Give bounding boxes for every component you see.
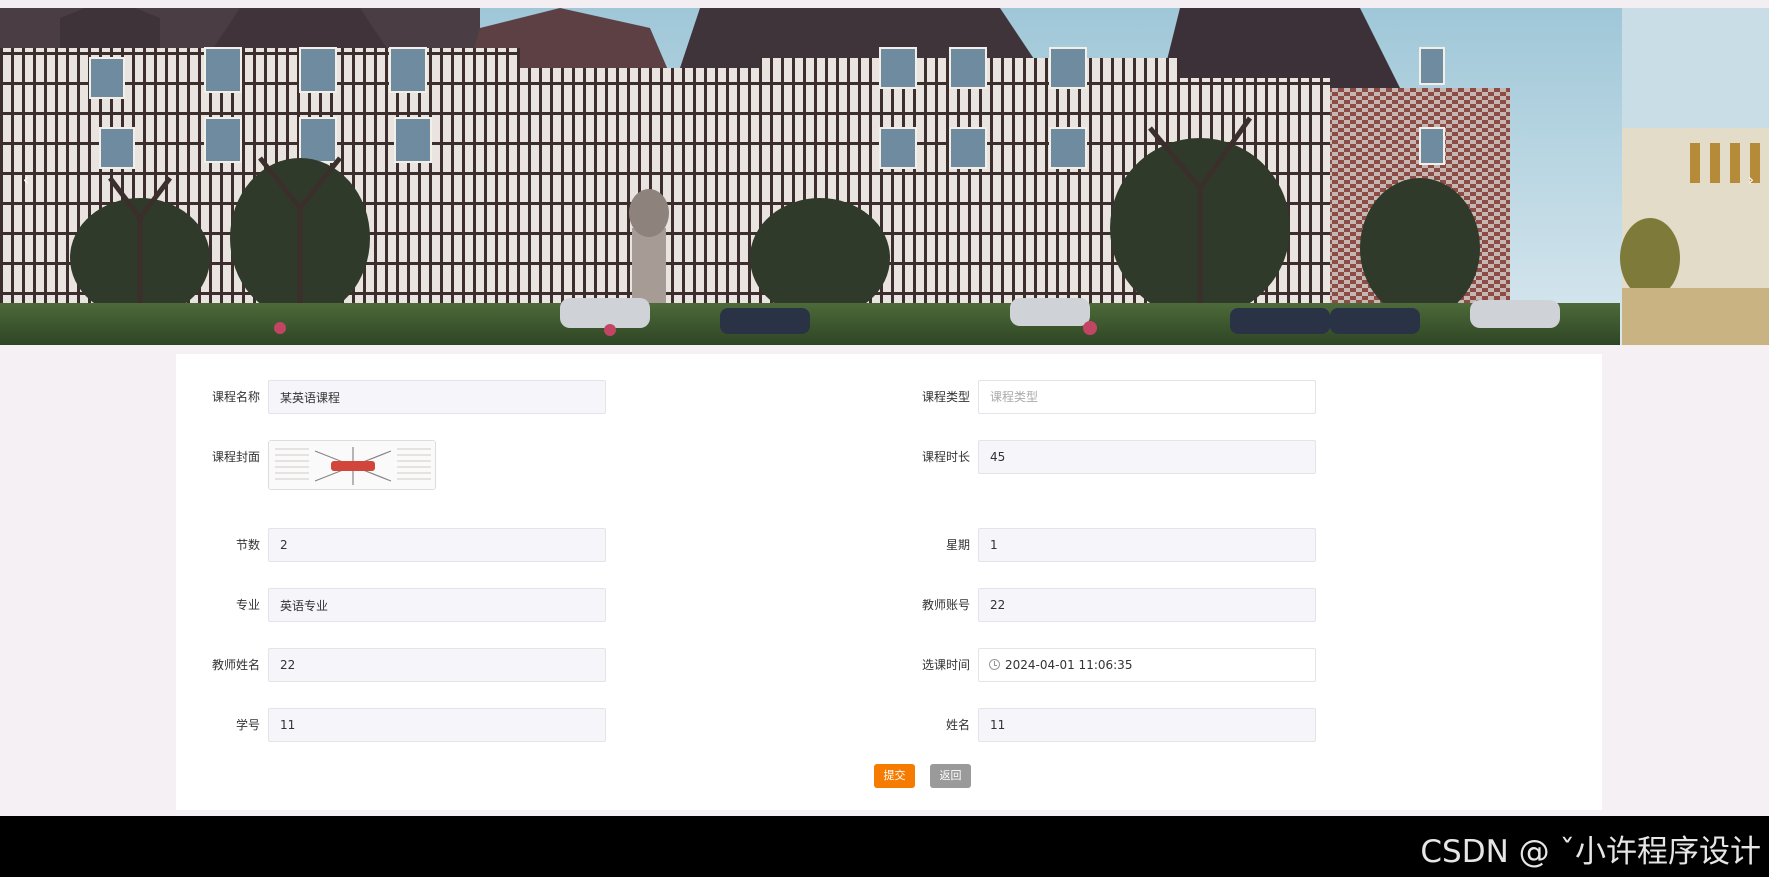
name-label: 姓名: [945, 718, 970, 732]
major-input[interactable]: [268, 588, 606, 622]
watermark-text: CSDN @ ˇ小许程序设计: [1420, 834, 1761, 870]
weekday-label: 星期: [945, 538, 970, 552]
select-time-picker[interactable]: [978, 648, 1316, 682]
field-teacher-name: 教师姓名: [212, 648, 606, 682]
field-name: 姓名: [946, 708, 1316, 742]
select-time-label: 选课时间: [921, 658, 970, 672]
name-input[interactable]: [978, 708, 1316, 742]
field-course-duration: 课程时长: [922, 440, 1316, 474]
cover-thumbnail: [269, 441, 435, 489]
banner-image: [0, 8, 1769, 345]
field-course-name: 课程名称: [212, 380, 606, 414]
field-student-id: 学号: [236, 708, 606, 742]
top-bar: [0, 0, 1769, 8]
teacher-name-input[interactable]: [268, 648, 606, 682]
major-label: 专业: [235, 598, 260, 612]
field-course-type: 课程类型: [922, 380, 1316, 414]
back-button[interactable]: 返回: [930, 764, 971, 788]
course-name-label: 课程名称: [211, 390, 260, 404]
sessions-input[interactable]: [268, 528, 606, 562]
course-cover-image[interactable]: [268, 440, 436, 490]
field-sessions: 节数: [236, 528, 606, 562]
field-select-time: 选课时间: [922, 648, 1316, 682]
field-course-cover: 课程封面: [212, 440, 436, 490]
sessions-label: 节数: [235, 538, 260, 552]
student-id-input[interactable]: [268, 708, 606, 742]
teacher-name-label: 教师姓名: [211, 658, 260, 672]
carousel-prev-button[interactable]: ‹: [16, 168, 36, 192]
teacher-account-label: 教师账号: [921, 598, 970, 612]
course-duration-input[interactable]: [978, 440, 1316, 474]
select-time-input[interactable]: [978, 648, 1316, 682]
field-major: 专业: [236, 588, 606, 622]
course-duration-label: 课程时长: [921, 450, 970, 464]
clock-icon: [989, 659, 1000, 670]
submit-button[interactable]: 提交: [874, 764, 915, 788]
course-selection-form: 课程名称 课程类型 课程封面: [176, 354, 1602, 810]
field-teacher-account: 教师账号: [922, 588, 1316, 622]
course-type-input[interactable]: [978, 380, 1316, 414]
carousel-next-button[interactable]: ›: [1741, 168, 1761, 192]
course-type-label: 课程类型: [921, 390, 970, 404]
field-weekday: 星期: [946, 528, 1316, 562]
student-id-label: 学号: [235, 718, 260, 732]
course-name-input[interactable]: [268, 380, 606, 414]
banner-carousel[interactable]: ‹ ›: [0, 8, 1769, 345]
course-cover-label: 课程封面: [211, 450, 260, 464]
teacher-account-input[interactable]: [978, 588, 1316, 622]
weekday-input[interactable]: [978, 528, 1316, 562]
